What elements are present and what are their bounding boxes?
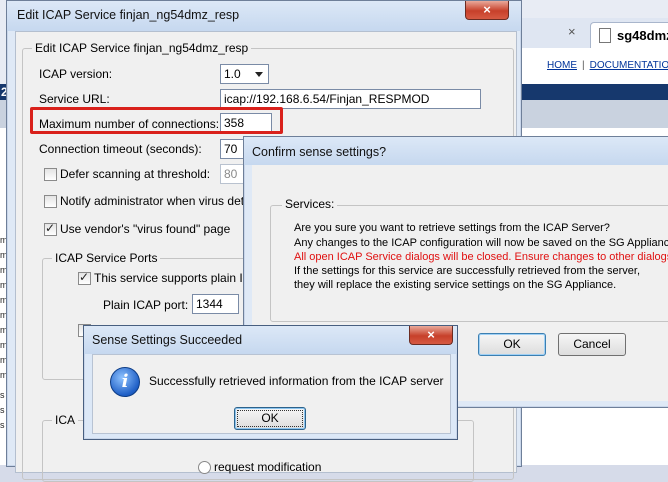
- information-icon: i: [110, 367, 140, 397]
- browser-tab-label: sg48dmz: [617, 28, 668, 43]
- vendor-virus-page-label: Use vendor's "virus found" page: [60, 222, 231, 236]
- edit-service-group-title: Edit ICAP Service finjan_ng54dmz_resp: [32, 41, 252, 55]
- browser-links: HOME | DOCUMENTATION: [547, 60, 668, 71]
- confirm-line-retrieved: If the settings for this service are suc…: [294, 265, 641, 277]
- confirm-line-save: Any changes to the ICAP configuration wi…: [294, 237, 668, 249]
- plain-icap-port-label: Plain ICAP port:: [103, 298, 189, 312]
- sense-settings-succeeded-window: Sense Settings Succeeded × i Successfull…: [83, 325, 458, 440]
- confirm-window-title: Confirm sense settings?: [252, 145, 387, 159]
- confirm-question: Are you sure you want to retrieve settin…: [294, 222, 610, 234]
- connection-timeout-label: Connection timeout (seconds):: [39, 142, 202, 156]
- confirm-line-replace: they will replace the existing service s…: [294, 279, 617, 291]
- chevron-down-icon: [255, 72, 263, 77]
- sense-ok-button[interactable]: OK: [234, 407, 306, 430]
- confirm-window-titlebar: Confirm sense settings?: [244, 137, 668, 165]
- documentation-link[interactable]: DOCUMENTATION: [590, 60, 668, 71]
- service-url-input[interactable]: icap://192.168.6.54/Finjan_RESPMOD: [220, 89, 481, 109]
- confirm-warning: All open ICAP Service dialogs will be cl…: [294, 251, 668, 263]
- request-modification-radio[interactable]: [198, 461, 211, 474]
- defer-scanning-checkbox[interactable]: [44, 168, 57, 181]
- confirm-ok-button[interactable]: OK: [478, 333, 546, 356]
- browser-tab-close-icon[interactable]: ×: [568, 24, 576, 39]
- icap-version-value: 1.0: [224, 67, 241, 81]
- page-icon: [599, 28, 611, 43]
- close-icon[interactable]: ×: [409, 326, 453, 345]
- left-strip-mark: s: [0, 405, 5, 415]
- plain-icap-label: This service supports plain ICAP: [94, 271, 268, 285]
- home-link[interactable]: HOME: [547, 60, 577, 71]
- icap-version-label: ICAP version:: [39, 67, 113, 81]
- notify-admin-label: Notify administrator when virus dete: [60, 194, 251, 208]
- edit-window-title: Edit ICAP Service finjan_ng54dmz_resp: [17, 8, 240, 22]
- browser-tabstrip: × sg48dmz: [520, 18, 668, 49]
- plain-icap-port-input[interactable]: 1344: [192, 294, 239, 314]
- sense-message: Successfully retrieved information from …: [149, 374, 444, 388]
- defer-scanning-label: Defer scanning at threshold:: [60, 167, 211, 181]
- sense-window-body: i Successfully retrieved information fro…: [92, 354, 451, 434]
- icap-service-ports-title: ICAP Service Ports: [52, 251, 161, 265]
- icap-lower-group-title: ICA: [52, 413, 79, 427]
- plain-icap-checkbox[interactable]: [78, 270, 91, 285]
- sense-window-titlebar: Sense Settings Succeeded ×: [84, 326, 457, 354]
- close-icon[interactable]: ×: [465, 1, 509, 20]
- sense-window-title: Sense Settings Succeeded: [92, 333, 243, 347]
- left-strip-mark: s: [0, 390, 5, 400]
- services-group-title: Services:: [282, 197, 338, 211]
- max-connections-highlight: [30, 107, 283, 134]
- confirm-cancel-button[interactable]: Cancel: [558, 333, 626, 356]
- browser-tab[interactable]: sg48dmz: [590, 22, 668, 49]
- service-url-label: Service URL:: [39, 92, 110, 106]
- link-separator: |: [582, 60, 585, 71]
- edit-window-titlebar: Edit ICAP Service finjan_ng54dmz_resp ×: [7, 1, 521, 31]
- request-modification-label: request modification: [214, 460, 322, 474]
- notify-admin-checkbox[interactable]: [44, 195, 57, 208]
- left-strip-mark: s: [0, 420, 5, 430]
- vendor-virus-page-checkbox[interactable]: [44, 221, 57, 236]
- icap-version-select[interactable]: 1.0: [220, 64, 269, 84]
